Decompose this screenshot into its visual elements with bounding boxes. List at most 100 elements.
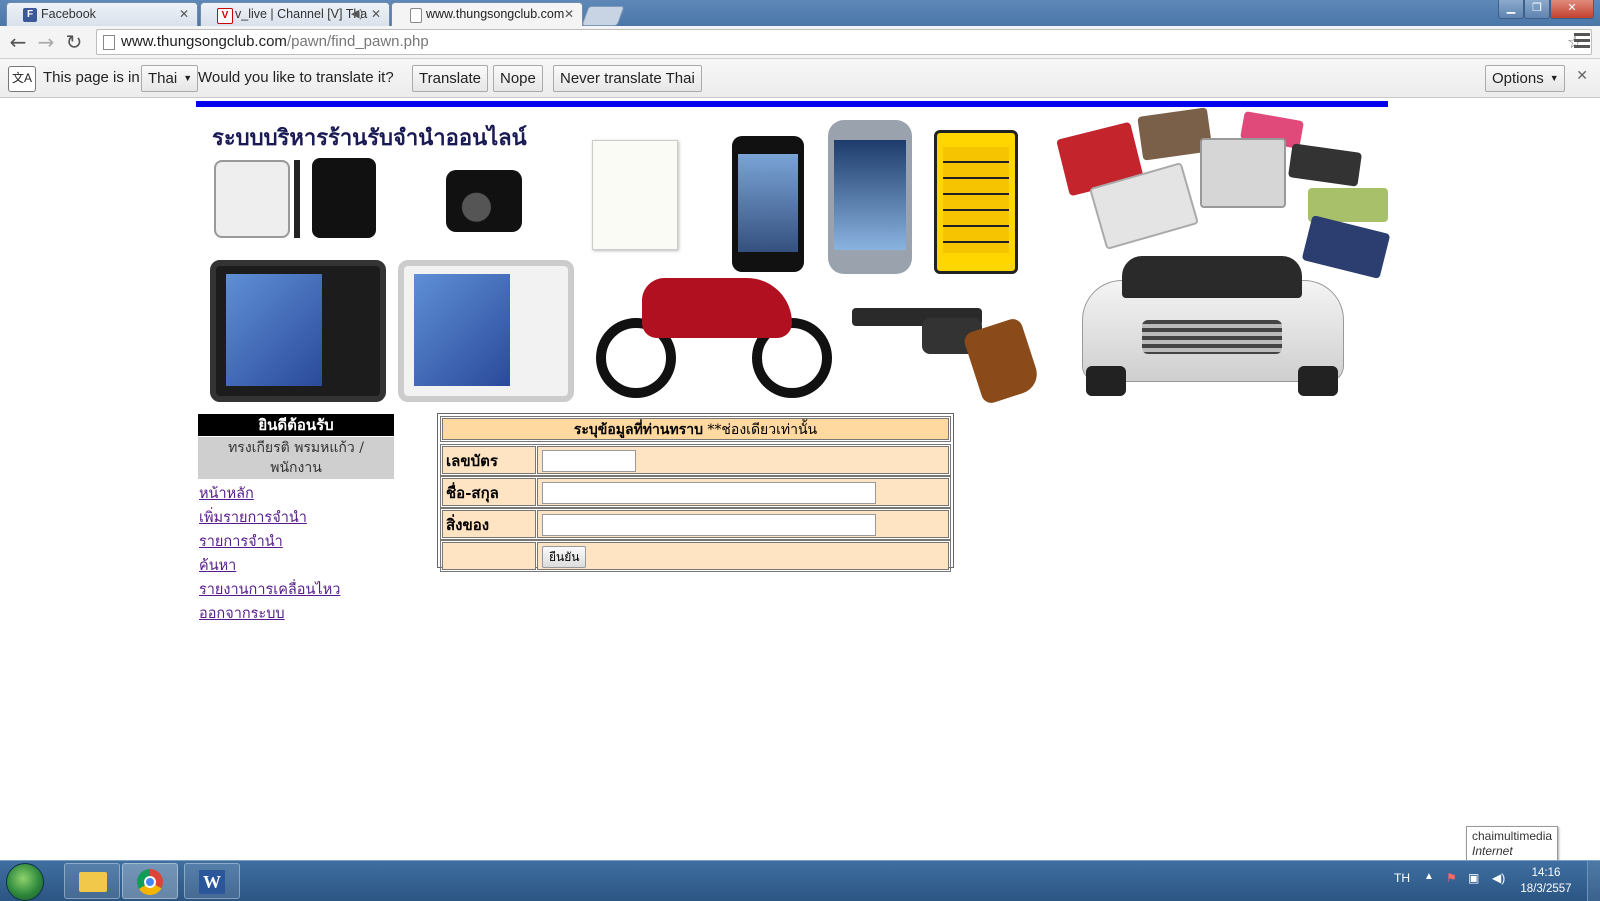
forward-arrow-icon[interactable]: → (34, 30, 58, 54)
card-number-row: เลขบัตร (440, 444, 951, 476)
chevron-down-icon: ▼ (183, 73, 193, 83)
user-info: ทรงเกียรติ พรมหแก้ว / พนักงาน (198, 437, 394, 479)
close-icon[interactable]: ✕ (179, 7, 189, 21)
close-icon[interactable]: ✕ (1576, 67, 1588, 84)
word-icon: W (199, 870, 225, 894)
tab-thungsongclub[interactable]: www.thungsongclub.com ✕ (391, 2, 583, 26)
volume-icon[interactable]: ◀) (1492, 871, 1505, 885)
start-button[interactable] (6, 863, 44, 901)
name-label: ชื่อ-สกุล (442, 478, 536, 506)
page-icon (103, 35, 115, 50)
show-desktop-button[interactable] (1587, 861, 1600, 901)
translate-button[interactable]: Translate (412, 65, 488, 92)
web-page: ระบบบริหารร้านรับจำนำออนไลน์ ยินดีต้อนรั… (0, 98, 1600, 860)
user-role-line: พนักงาน (270, 460, 322, 476)
options-button[interactable]: Options ▼ (1485, 65, 1565, 92)
nav-link-movement-report[interactable]: รายงานการเคลื่อนไหว (199, 578, 340, 602)
browser-toolbar: ← → ↻ www.thungsongclub.com/pawn/find_pa… (0, 26, 1600, 59)
new-tab-button[interactable] (581, 6, 625, 26)
item-input[interactable] (542, 514, 876, 536)
tab-title: Facebook (41, 7, 96, 21)
find-pawn-form: ระบุข้อมูลที่ท่านทราบ **ช่องเดียวเท่านั้… (437, 413, 954, 572)
url-path: /pawn/find_pawn.php (286, 33, 429, 50)
network-icon[interactable]: ▣ (1468, 871, 1479, 885)
submit-row-spacer (442, 542, 536, 570)
translate-prefix: This page is in (43, 69, 140, 86)
header-rule (196, 101, 1388, 107)
address-bar[interactable]: www.thungsongclub.com/pawn/find_pawn.php… (96, 29, 1592, 55)
motorbike-image (592, 228, 844, 404)
form-header-bold: ระบุข้อมูลที่ท่านทราบ (573, 422, 703, 438)
card-number-cell (537, 446, 949, 474)
translate-icon: 文A (8, 66, 36, 92)
back-arrow-icon[interactable]: ← (6, 30, 30, 54)
camera-image (446, 170, 522, 232)
chrome-taskbar-button[interactable] (122, 863, 178, 899)
show-hidden-icons-icon[interactable]: ▲ (1424, 871, 1434, 882)
item-row: สิ่งของ (440, 508, 951, 540)
system-clock[interactable]: 14:16 18/3/2557 (1516, 865, 1576, 897)
word-taskbar-button[interactable]: W (184, 863, 240, 899)
nav-link-home[interactable]: หน้าหลัก (199, 482, 340, 506)
translate-bar: 文A This page is in Thai ▼ Would you like … (0, 59, 1600, 98)
ipad-screen (414, 274, 510, 386)
nav-link-add-pawn[interactable]: เพิ่มรายการจำนำ (199, 506, 340, 530)
nav-link-logout[interactable]: ออกจากระบบ (199, 602, 340, 626)
form-header: ระบุข้อมูลที่ท่านทราบ **ช่องเดียวเท่านั้… (442, 418, 949, 440)
never-translate-button[interactable]: Never translate Thai (553, 65, 702, 92)
ipad-white-image (398, 260, 574, 402)
nav-link-search[interactable]: ค้นหา (199, 554, 340, 578)
language-select-value: Thai (148, 70, 178, 87)
network-tooltip: chaimultimedia Internet access (1466, 826, 1558, 873)
item-label: สิ่งของ (442, 510, 536, 538)
nope-button[interactable]: Nope (493, 65, 543, 92)
sidebar-nav: หน้าหลัก เพิ่มรายการจำนำ รายการจำนำ ค้นห… (199, 482, 340, 626)
url-host: www.thungsongclub.com (121, 33, 287, 50)
tab-title: v_live | Channel [V] Tha (235, 7, 368, 21)
options-label: Options (1492, 70, 1544, 87)
iphone5-image (732, 136, 804, 272)
nav-link-pawn-list[interactable]: รายการจำนำ (199, 530, 340, 554)
url-text: www.thungsongclub.com/pawn/find_pawn.php (121, 30, 429, 54)
toyota-fortuner-image (1072, 250, 1354, 400)
banner-image: ระบบบริหารร้านรับจำนำออนไลน์ (196, 107, 1391, 408)
galaxy-s3-image (828, 120, 912, 274)
form-header-row: ระบุข้อมูลที่ท่านทราบ **ช่องเดียวเท่านั้… (440, 416, 951, 442)
maximize-button[interactable]: ❐ (1524, 0, 1550, 19)
ipad-black-image (210, 260, 386, 402)
laptop-silver-image (1200, 138, 1286, 208)
tab-facebook[interactable]: F Facebook ✕ (6, 2, 198, 26)
minimize-button[interactable]: ▁ (1498, 0, 1524, 19)
reload-icon[interactable]: ↻ (62, 30, 86, 54)
page-favicon-icon (410, 8, 422, 23)
name-row: ชื่อ-สกุล (440, 476, 951, 508)
chevron-down-icon: ▼ (1549, 73, 1559, 83)
explorer-taskbar-button[interactable] (64, 863, 120, 899)
window-close-button[interactable]: ✕ (1550, 0, 1594, 19)
facebook-favicon-icon: F (23, 8, 37, 22)
speaker-icon: ◀) (350, 8, 363, 20)
clock-time: 14:16 (1531, 867, 1561, 879)
chrome-menu-icon[interactable] (1574, 33, 1590, 51)
language-select[interactable]: Thai ▼ (141, 65, 199, 92)
submit-row: ยืนยัน (440, 540, 951, 572)
card-number-input[interactable] (542, 450, 636, 472)
input-language-indicator[interactable]: TH (1394, 871, 1410, 885)
vlive-favicon-icon: V (217, 8, 233, 24)
name-input[interactable] (542, 482, 876, 504)
banner-title: ระบบบริหารร้านรับจำนำออนไลน์ (212, 125, 527, 151)
action-center-flag-icon[interactable]: ⚑ (1446, 871, 1457, 885)
close-icon[interactable]: ✕ (371, 7, 381, 21)
item-cell (537, 510, 949, 538)
iphone-black-image (312, 158, 376, 238)
iphone-white-image (214, 160, 290, 238)
lumia-phone-image (934, 130, 1018, 274)
close-icon[interactable]: ✕ (564, 7, 574, 21)
laptop-black-image (1287, 143, 1363, 187)
user-name-line: ทรงเกียรติ พรมหแก้ว / (228, 440, 364, 456)
tooltip-title: chaimultimedia (1472, 829, 1553, 843)
submit-button[interactable]: ยืนยัน (542, 546, 587, 568)
chrome-icon (137, 869, 163, 895)
tab-vlive[interactable]: V v_live | Channel [V] Tha ◀) ✕ (200, 2, 390, 26)
translate-question: Would you like to translate it? (198, 69, 394, 86)
